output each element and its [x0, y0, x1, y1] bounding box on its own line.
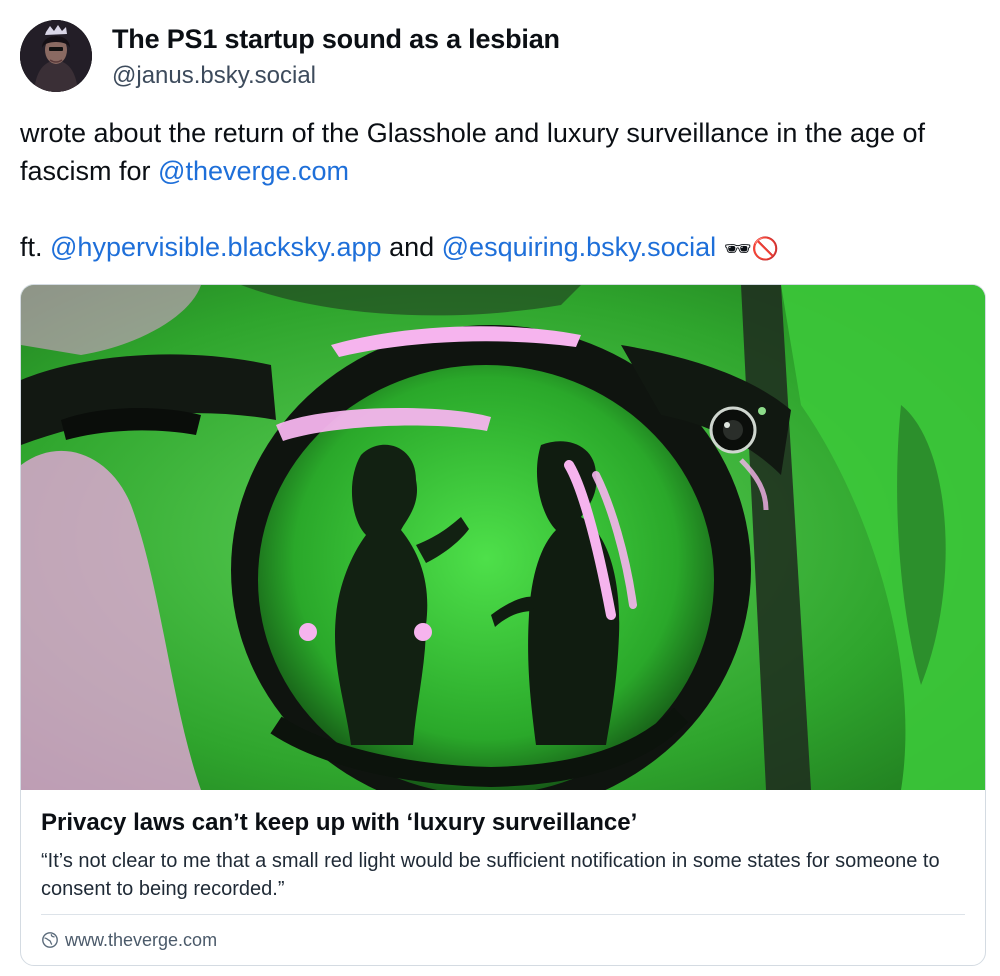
link-card-image[interactable]	[21, 285, 985, 790]
post: The PS1 startup sound as a lesbian @janu…	[0, 0, 1000, 976]
mention-link-esquiring[interactable]: @esquiring.bsky.social	[442, 232, 717, 262]
mention-link-hypervisible[interactable]: @hypervisible.blacksky.app	[50, 232, 382, 262]
post-text-segment: and	[381, 232, 442, 262]
post-text: wrote about the return of the Glasshole …	[20, 114, 980, 269]
mention-link-theverge[interactable]: @theverge.com	[158, 156, 349, 186]
link-card[interactable]: Privacy laws can’t keep up with ‘luxury …	[20, 284, 986, 966]
display-name[interactable]: The PS1 startup sound as a lesbian	[112, 24, 560, 55]
post-text-segment: wrote about the return of the Glasshole …	[20, 118, 926, 186]
post-paragraph-1: wrote about the return of the Glasshole …	[20, 114, 980, 190]
post-text-segment: ft.	[20, 232, 51, 262]
link-card-title[interactable]: Privacy laws can’t keep up with ‘luxury …	[41, 809, 961, 837]
avatar[interactable]	[20, 20, 92, 92]
author-handle[interactable]: @janus.bsky.social	[112, 62, 316, 90]
globe-icon	[41, 931, 59, 949]
sunglasses-no-entry-emoji: 🕶🚫	[723, 237, 780, 262]
post-paragraph-2: ft. @hypervisible.blacksky.app and @esqu…	[20, 228, 980, 269]
link-card-domain[interactable]: www.theverge.com	[41, 928, 217, 952]
link-card-description: “It’s not clear to me that a small red l…	[41, 850, 940, 900]
link-card-domain-text: www.theverge.com	[65, 929, 218, 950]
sunglasses-reflection-image	[21, 285, 985, 790]
link-card-divider	[41, 914, 965, 915]
